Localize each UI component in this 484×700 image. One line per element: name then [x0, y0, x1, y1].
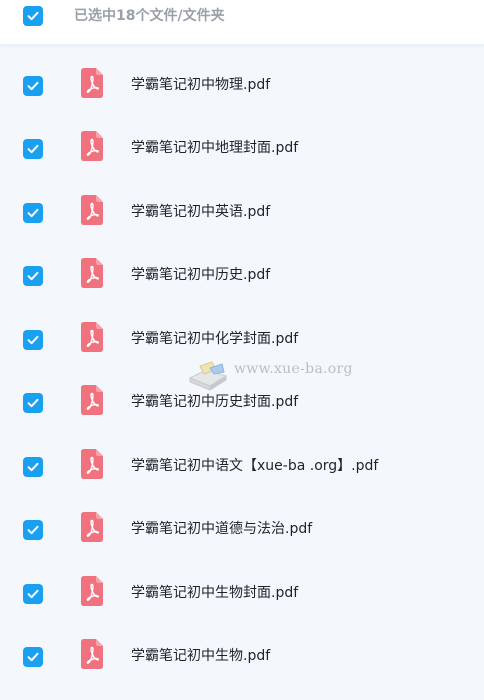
checkmark-icon	[27, 398, 39, 408]
checkmark-icon	[27, 652, 39, 662]
checkmark-icon	[27, 589, 39, 598]
file-checkbox[interactable]	[23, 75, 43, 96]
file-row[interactable]: 学霸笔记初中物理.pdf	[0, 54, 484, 118]
file-checkbox[interactable]	[23, 139, 43, 159]
file-name: 学霸笔记初中历史.pdf	[131, 267, 271, 283]
file-checkbox[interactable]	[23, 583, 43, 604]
file-checkbox[interactable]	[23, 266, 43, 286]
file-checkbox[interactable]	[23, 202, 43, 223]
pdf-icon	[81, 321, 103, 352]
file-name: 学霸笔记初中生物封面.pdf	[131, 584, 299, 601]
file-name: 学霸笔记初中英语.pdf	[131, 203, 271, 220]
file-checkbox[interactable]	[23, 647, 43, 667]
file-row[interactable]: 学霸笔记初中历史封面.pdf	[0, 371, 484, 435]
file-row[interactable]: 学霸笔记初中英语.pdf	[0, 181, 484, 245]
pdf-icon	[81, 385, 103, 415]
file-row[interactable]: 学霸笔记初中生物封面.pdf	[0, 562, 484, 626]
select-all-checkbox[interactable]	[23, 6, 43, 26]
selection-count-label: 已选中18个文件/文件夹	[74, 8, 225, 24]
file-row[interactable]: 学霸笔记初中道德与法治.pdf	[0, 498, 484, 562]
file-row[interactable]: 学霸笔记初中历史.pdf	[0, 244, 484, 308]
file-name: 学霸笔记初中物理.pdf	[131, 76, 271, 93]
checkmark-icon	[27, 144, 39, 154]
pdf-icon	[81, 448, 103, 479]
pdf-icon	[81, 258, 103, 288]
file-checkbox[interactable]	[23, 520, 43, 540]
pdf-icon	[81, 575, 103, 606]
pdf-icon	[81, 67, 103, 98]
checkmark-icon	[27, 81, 39, 90]
checkmark-icon	[27, 525, 39, 535]
file-row[interactable]: 学霸笔记初中地理封面.pdf	[0, 117, 484, 181]
file-name: 学霸笔记初中语文【xue-ba .org】.pdf	[131, 457, 379, 474]
file-row[interactable]: 学霸笔记初中生物.pdf	[0, 625, 484, 689]
file-name: 学霸笔记初中道德与法治.pdf	[131, 521, 313, 537]
file-name: 学霸笔记初中生物.pdf	[131, 648, 271, 664]
file-name: 学霸笔记初中历史封面.pdf	[131, 394, 299, 410]
file-name: 学霸笔记初中化学封面.pdf	[131, 330, 299, 347]
checkmark-icon	[27, 462, 39, 471]
file-list: 学霸笔记初中物理.pdf 学霸笔记初中地理封面.pdf 学霸笔记初中英语.pdf 学霸…	[0, 0, 484, 700]
checkmark-icon	[27, 11, 39, 21]
file-checkbox[interactable]	[23, 393, 43, 413]
pdf-icon	[81, 194, 103, 225]
file-row[interactable]: 学霸笔记初中语文【xue-ba .org】.pdf	[0, 435, 484, 499]
checkmark-icon	[27, 208, 39, 217]
selection-header: 已选中18个文件/文件夹	[0, 0, 484, 44]
checkmark-icon	[27, 271, 39, 281]
pdf-icon	[81, 131, 103, 161]
checkmark-icon	[27, 335, 39, 344]
pdf-icon	[81, 639, 103, 669]
file-checkbox[interactable]	[23, 456, 43, 477]
file-name: 学霸笔记初中地理封面.pdf	[131, 140, 299, 156]
file-checkbox[interactable]	[23, 329, 43, 350]
pdf-icon	[81, 512, 103, 542]
file-row[interactable]: 学霸笔记初中化学封面.pdf	[0, 308, 484, 372]
